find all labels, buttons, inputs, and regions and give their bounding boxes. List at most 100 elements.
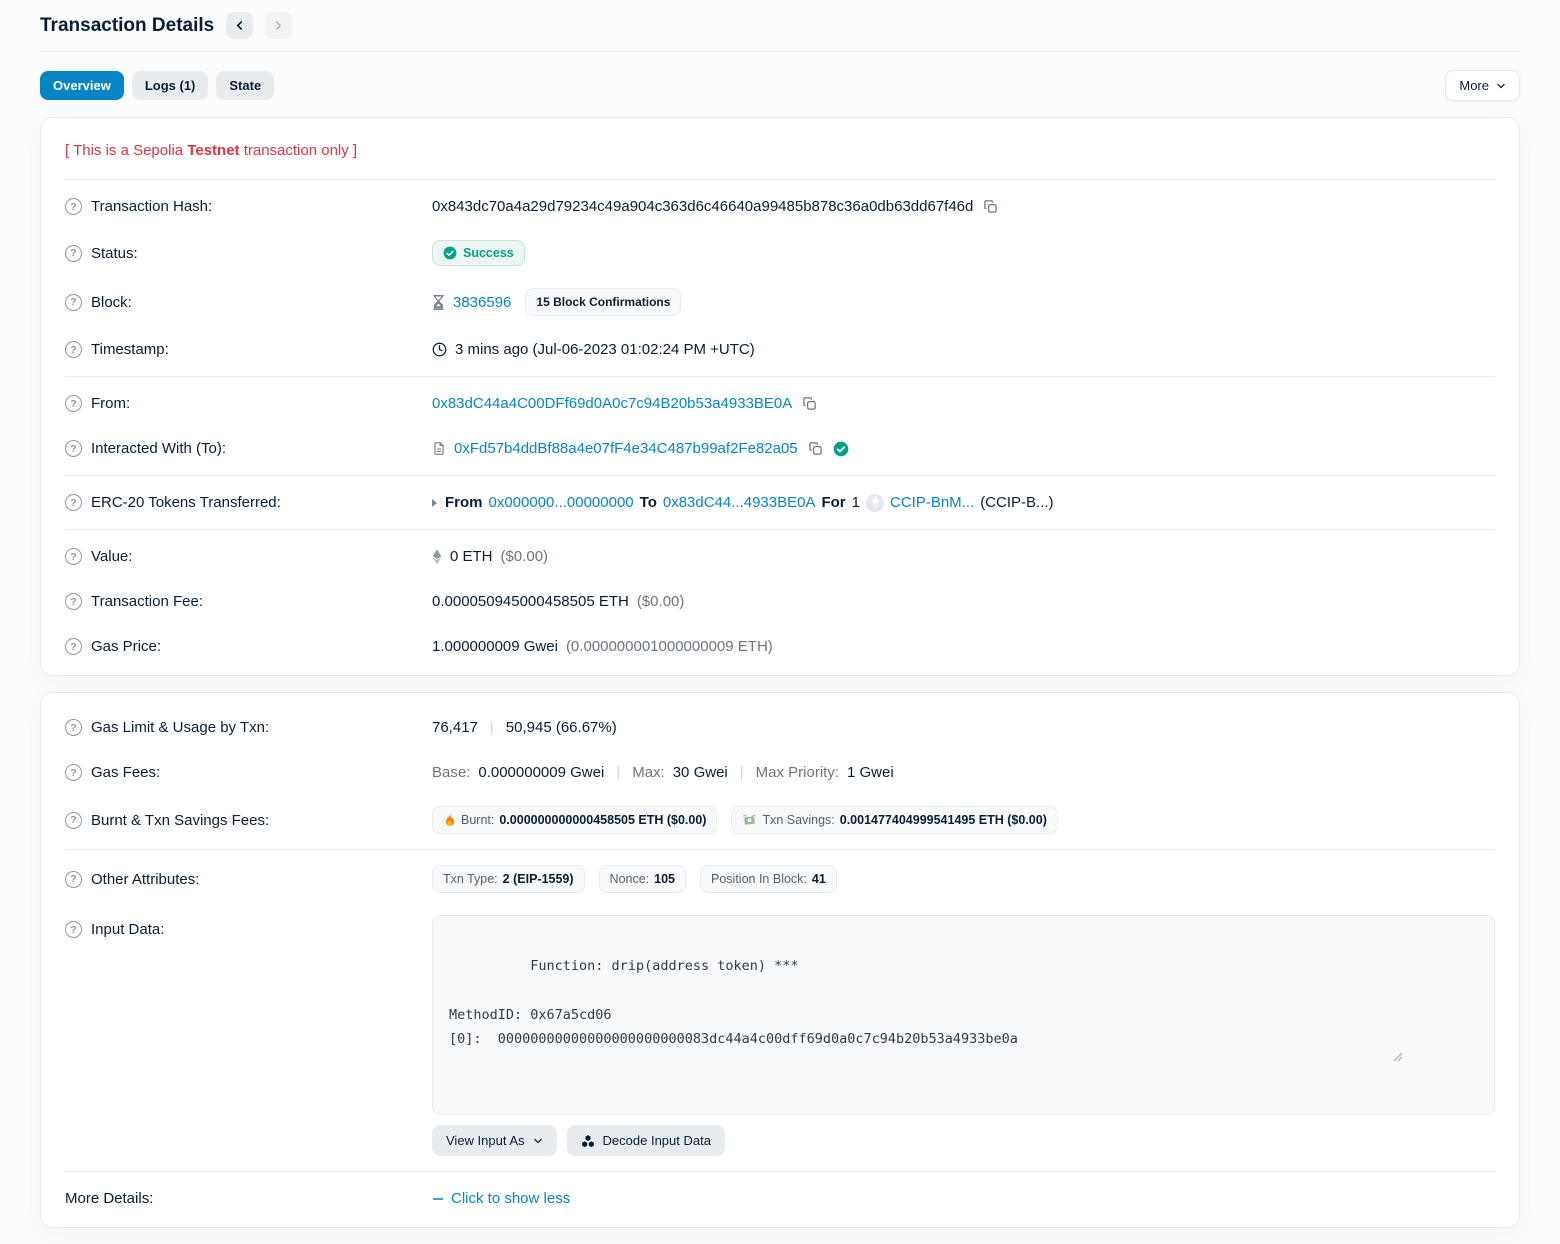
help-icon[interactable] xyxy=(65,494,82,511)
txn-savings-badge-value: 0.001477404999541495 ETH ($0.00) xyxy=(840,813,1047,827)
gas-limit-usage-label: Gas Limit & Usage by Txn: xyxy=(91,719,269,736)
from-label: From: xyxy=(91,395,130,412)
transfer-to-address[interactable]: 0x83dC44...4933BE0A xyxy=(663,494,816,511)
help-icon[interactable] xyxy=(65,719,82,736)
row-interacted-with: Interacted With (To): 0xFd57b4ddBf88a4e0… xyxy=(65,426,1495,471)
separator: | xyxy=(486,719,498,736)
max-fee-label: Max: xyxy=(632,764,665,781)
overview-card: [ This is a Sepolia Testnet transaction … xyxy=(40,117,1520,676)
status-badge: Success xyxy=(432,240,525,266)
prev-transaction-button[interactable] xyxy=(226,12,253,39)
token-icon xyxy=(866,494,884,512)
other-attributes-label: Other Attributes: xyxy=(91,871,199,888)
hourglass-icon xyxy=(432,295,445,310)
help-icon[interactable] xyxy=(65,921,82,938)
txn-savings-badge: Txn Savings: 0.001477404999541495 ETH ($… xyxy=(731,806,1057,834)
more-dropdown-button[interactable]: More xyxy=(1445,70,1520,101)
txn-type-value: 2 (EIP-1559) xyxy=(503,872,574,886)
money-wings-icon xyxy=(742,814,757,827)
from-address-link[interactable]: 0x83dC44a4C00DFf69d0A0c7c94B20b53a4933BE… xyxy=(432,395,792,412)
help-icon[interactable] xyxy=(65,638,82,655)
help-icon[interactable] xyxy=(65,764,82,781)
row-block: Block: 3836596 15 Block Confirmations xyxy=(65,277,1495,327)
transfer-for-word: For xyxy=(821,494,845,511)
position-in-block-badge: Position In Block: 41 xyxy=(700,865,837,893)
block-confirmations-badge: 15 Block Confirmations xyxy=(525,288,681,316)
copy-icon[interactable] xyxy=(800,396,819,411)
tab-logs[interactable]: Logs (1) xyxy=(132,71,209,101)
help-icon[interactable] xyxy=(65,871,82,888)
value-label: Value: xyxy=(91,548,132,565)
tab-overview[interactable]: Overview xyxy=(40,71,124,101)
burnt-badge-value: 0.000000000000458505 ETH ($0.00) xyxy=(499,813,706,827)
help-icon[interactable] xyxy=(65,245,82,262)
more-details-label: More Details: xyxy=(65,1190,153,1207)
burnt-savings-label: Burnt & Txn Savings Fees: xyxy=(91,812,269,829)
row-gas-fees: Gas Fees: Base: 0.000000009 Gwei | Max: … xyxy=(65,750,1495,795)
chevron-right-icon xyxy=(273,20,284,31)
copy-icon[interactable] xyxy=(806,441,825,456)
input-data-box[interactable]: Function: drip(address token) *** Method… xyxy=(432,915,1495,1115)
value-usd: ($0.00) xyxy=(501,548,549,565)
minus-icon xyxy=(432,1193,444,1205)
flame-icon xyxy=(443,813,456,827)
input-data-actions: View Input As Decode Input Data xyxy=(432,1125,1495,1156)
divider xyxy=(65,376,1495,377)
max-priority-value: 1 Gwei xyxy=(847,764,894,781)
divider xyxy=(65,849,1495,850)
nonce-value: 105 xyxy=(654,872,675,886)
help-icon[interactable] xyxy=(65,395,82,412)
transfer-from-address[interactable]: 0x000000...00000000 xyxy=(489,494,634,511)
transaction-hash-label: Transaction Hash: xyxy=(91,198,212,215)
erc20-transfer-line: From 0x000000...00000000 To 0x83dC44...4… xyxy=(432,494,1054,512)
block-number-link[interactable]: 3836596 xyxy=(453,294,511,311)
help-icon[interactable] xyxy=(65,812,82,829)
transaction-fee-usd: ($0.00) xyxy=(637,593,685,610)
base-fee-label: Base: xyxy=(432,764,470,781)
help-icon[interactable] xyxy=(65,548,82,565)
interacted-with-label: Interacted With (To): xyxy=(91,440,226,457)
row-value: Value: 0 ETH ($0.00) xyxy=(65,534,1495,579)
gas-price-eth: (0.000000001000000009 ETH) xyxy=(566,638,773,655)
divider xyxy=(65,475,1495,476)
help-icon[interactable] xyxy=(65,440,82,457)
row-gas-limit-usage: Gas Limit & Usage by Txn: 76,417 | 50,94… xyxy=(65,705,1495,750)
input-data-content: Function: drip(address token) *** Method… xyxy=(449,958,1018,1047)
help-icon[interactable] xyxy=(65,341,82,358)
separator: | xyxy=(736,764,748,781)
txn-savings-badge-label: Txn Savings: xyxy=(762,813,834,827)
help-icon[interactable] xyxy=(65,593,82,610)
gas-price-gwei: 1.000000009 Gwei xyxy=(432,638,558,655)
page-title: Transaction Details xyxy=(40,15,214,37)
header-divider xyxy=(40,51,1520,52)
copy-icon[interactable] xyxy=(981,199,1000,214)
input-data-label: Input Data: xyxy=(91,921,164,938)
to-address-link[interactable]: 0xFd57b4ddBf88a4e07fF4e34C487b99af2Fe82a… xyxy=(454,440,798,457)
view-input-as-label: View Input As xyxy=(446,1133,525,1148)
separator: | xyxy=(612,764,624,781)
token-symbol: (CCIP-B...) xyxy=(980,494,1053,511)
show-less-link[interactable]: Click to show less xyxy=(432,1190,570,1207)
decode-input-data-button[interactable]: Decode Input Data xyxy=(567,1125,725,1156)
row-other-attributes: Other Attributes: Txn Type: 2 (EIP-1559)… xyxy=(65,854,1495,904)
row-erc20-transfers: ERC-20 Tokens Transferred: From 0x000000… xyxy=(65,480,1495,525)
row-timestamp: Timestamp: 3 mins ago (Jul-06-2023 01:02… xyxy=(65,327,1495,372)
divider xyxy=(65,1171,1495,1172)
transaction-hash-value: 0x843dc70a4a29d79234c49a904c363d6c46640a… xyxy=(432,198,973,215)
resize-grip-icon[interactable] xyxy=(1393,1004,1491,1111)
row-input-data: Input Data: Function: drip(address token… xyxy=(65,904,1495,1167)
block-label: Block: xyxy=(91,294,132,311)
base-fee-value: 0.000000009 Gwei xyxy=(478,764,604,781)
chevron-down-icon xyxy=(533,1136,543,1146)
view-input-as-button[interactable]: View Input As xyxy=(432,1125,557,1156)
help-icon[interactable] xyxy=(65,294,82,311)
token-name-link[interactable]: CCIP-BnM... xyxy=(890,494,974,511)
more-dropdown-label: More xyxy=(1459,78,1489,93)
check-circle-icon xyxy=(443,246,457,260)
next-transaction-button[interactable] xyxy=(265,12,292,39)
decode-cubes-icon xyxy=(581,1134,595,1148)
row-transaction-hash: Transaction Hash: 0x843dc70a4a29d79234c4… xyxy=(65,184,1495,229)
help-icon[interactable] xyxy=(65,198,82,215)
nonce-label: Nonce: xyxy=(610,872,650,886)
tab-state[interactable]: State xyxy=(216,71,274,101)
